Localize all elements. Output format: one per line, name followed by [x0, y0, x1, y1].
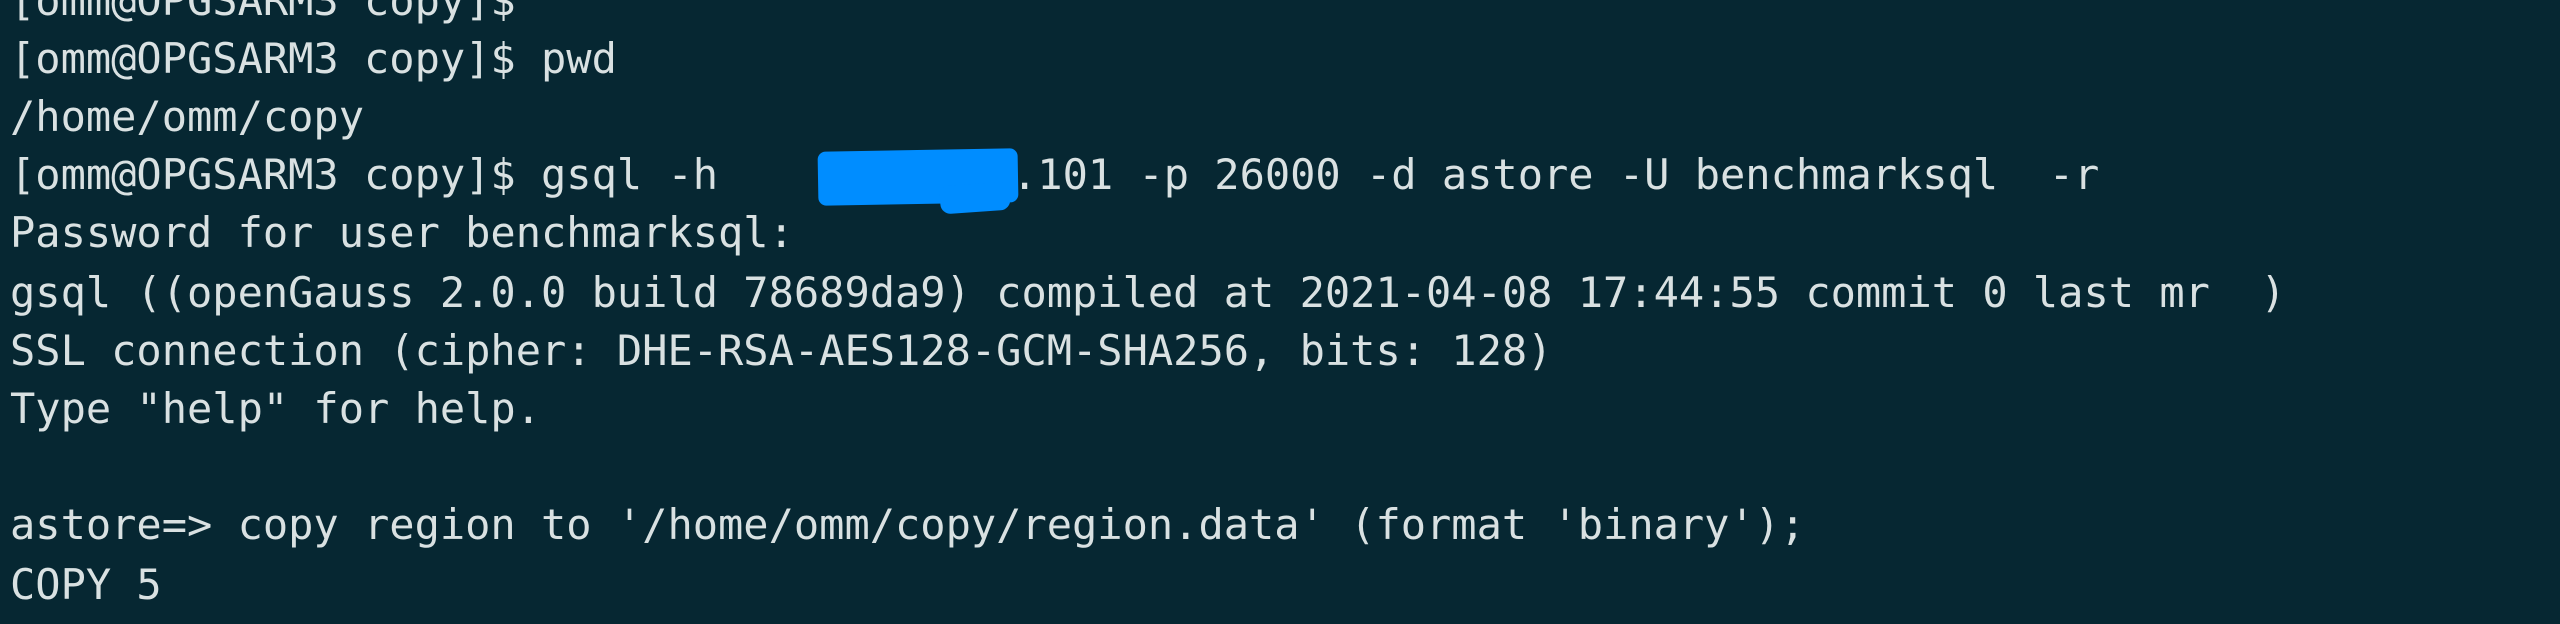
terminal-line-ssl: SSL connection (cipher: DHE-RSA-AES128-G…	[10, 326, 1553, 375]
redaction-mark-part	[939, 181, 1011, 215]
terminal-line-copy-result: COPY 5	[10, 560, 162, 609]
terminal-window[interactable]: [omm@OPGSARM3 copy]$ [omm@OPGSARM3 copy]…	[0, 0, 2560, 624]
terminal-line-gsql-command-end: .101 -p 26000 -d astore -U benchmarksql …	[1012, 150, 2100, 199]
terminal-line-pwd-output: /home/omm/copy	[10, 92, 365, 141]
terminal-line-password-prompt: Password for user benchmarksql:	[10, 208, 794, 257]
terminal-line-cut-prompt: [omm@OPGSARM3 copy]$	[10, 0, 516, 25]
terminal-line-help: Type "help" for help.	[10, 384, 542, 433]
terminal-line-version: gsql ((openGauss 2.0.0 build 78689da9) c…	[10, 268, 2286, 317]
terminal-line-pwd-command: [omm@OPGSARM3 copy]$ pwd	[10, 34, 617, 83]
terminal-line-copy-command: astore=> copy region to '/home/omm/copy/…	[10, 500, 1806, 549]
terminal-line-gsql-command-start: [omm@OPGSARM3 copy]$ gsql -h	[10, 150, 719, 199]
